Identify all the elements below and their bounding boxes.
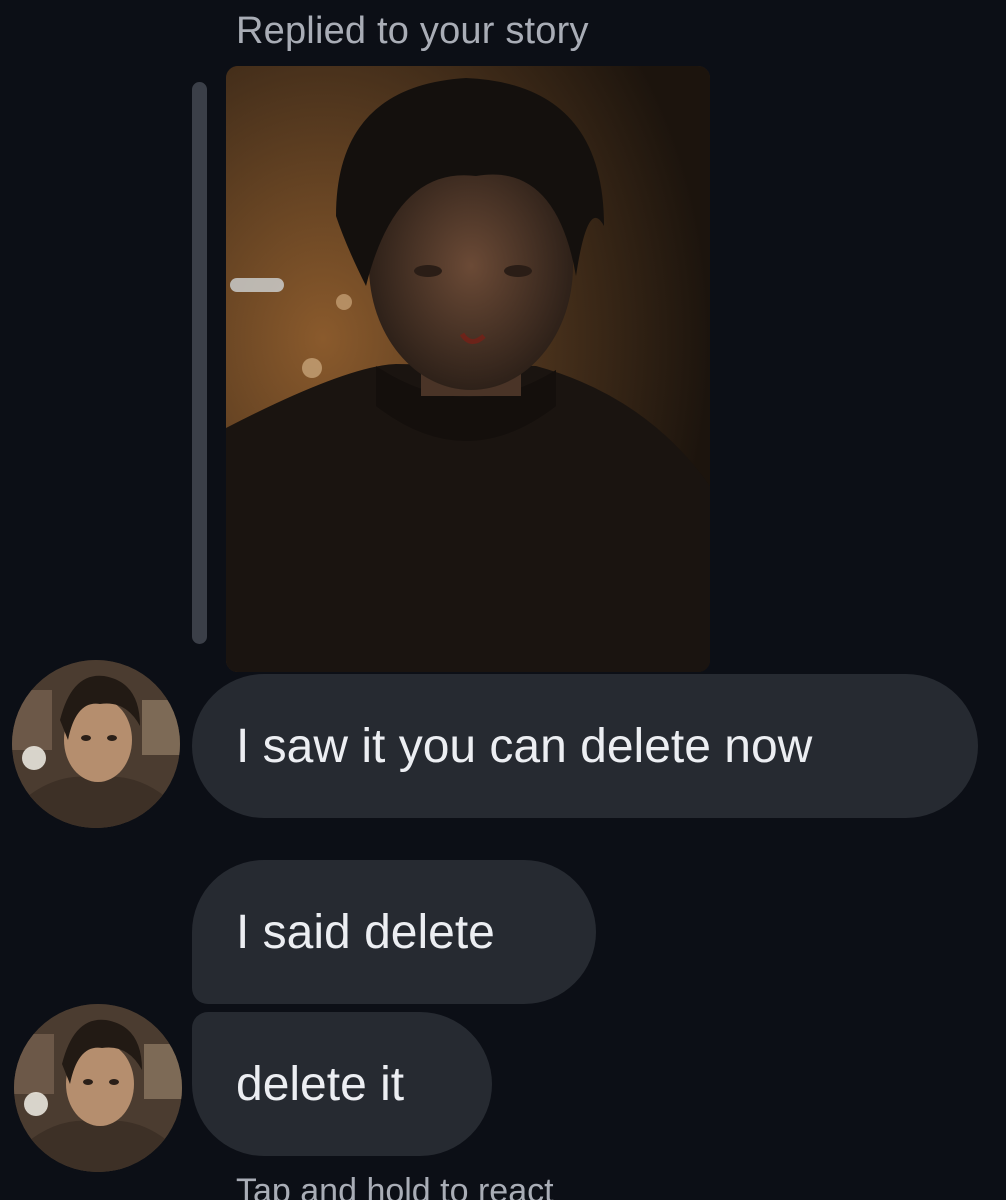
avatar-photo <box>14 1004 182 1172</box>
story-thumbnail[interactable] <box>226 66 710 672</box>
react-hint: Tap and hold to react <box>236 1172 554 1200</box>
sender-avatar[interactable] <box>14 1004 182 1172</box>
avatar-photo <box>12 660 180 828</box>
message-bubble[interactable]: I saw it you can delete now <box>192 674 978 818</box>
message-bubble[interactable]: I said delete <box>192 860 596 1004</box>
story-photo <box>226 66 710 672</box>
message-bubble[interactable]: delete it <box>192 1012 492 1156</box>
sender-avatar[interactable] <box>12 660 180 828</box>
reply-quote-bar <box>192 82 207 644</box>
story-reply-header: Replied to your story <box>236 10 589 52</box>
